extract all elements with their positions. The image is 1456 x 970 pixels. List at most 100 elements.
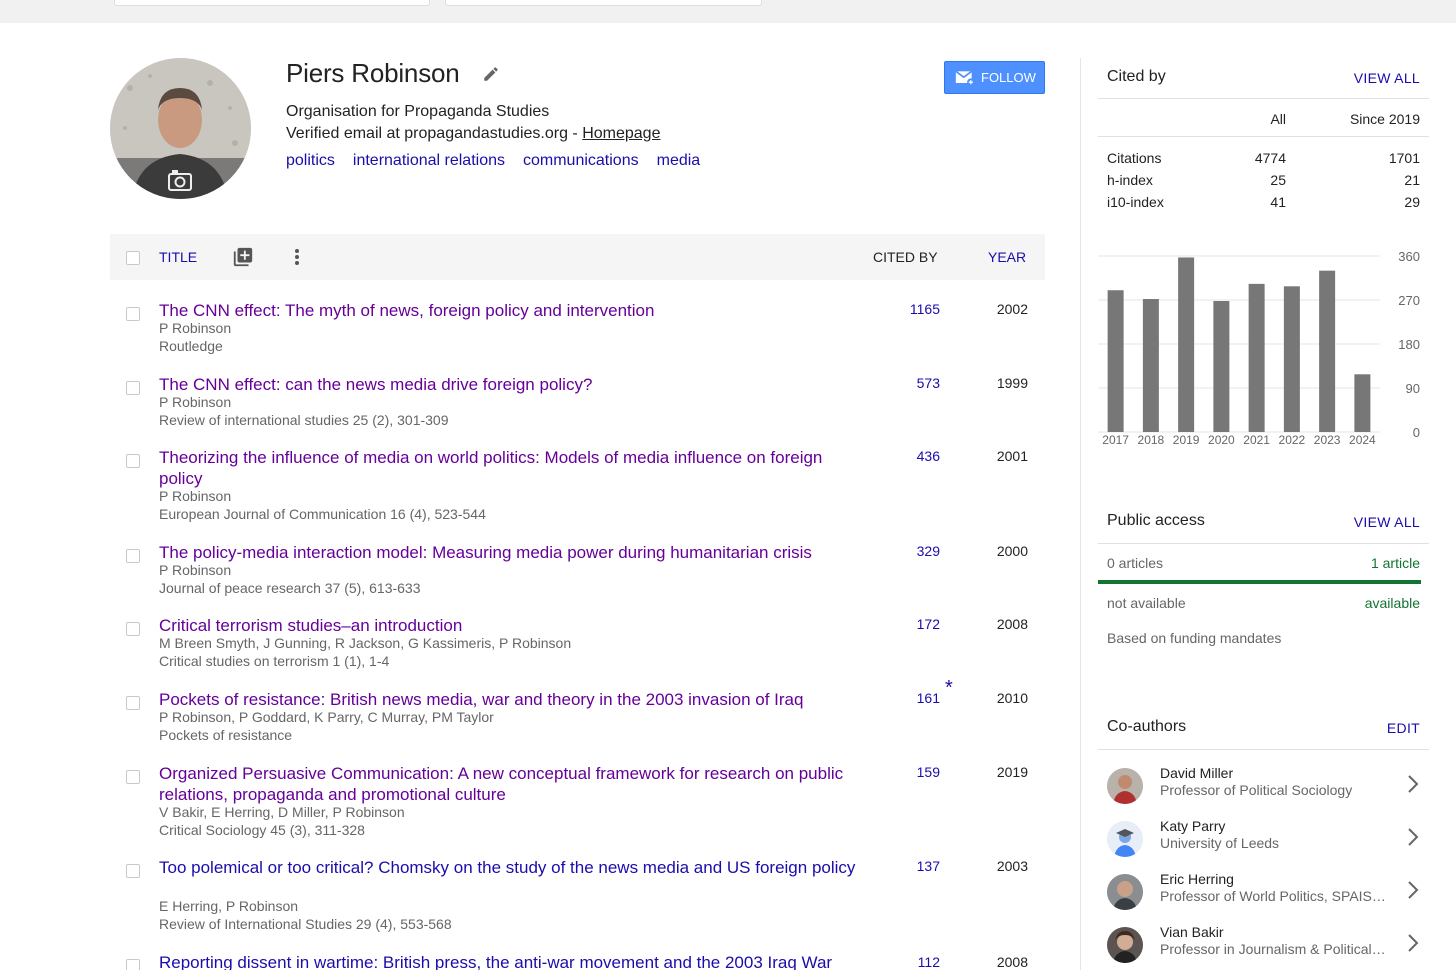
- bar-2020[interactable]: [1213, 300, 1230, 432]
- stat-label: Citations: [1107, 150, 1162, 166]
- article-title[interactable]: The policy-media interaction model: Meas…: [159, 542, 859, 563]
- coauthors-heading: Co-authors: [1107, 718, 1187, 735]
- public-access-heading: Public access: [1107, 512, 1205, 529]
- bar-2021[interactable]: [1248, 283, 1265, 432]
- row-checkbox[interactable]: [126, 454, 140, 468]
- sort-by-title[interactable]: TITLE: [159, 249, 197, 265]
- row-checkbox[interactable]: [126, 696, 140, 710]
- coauthor-name: David Miller: [1160, 765, 1234, 781]
- pencil-icon[interactable]: [482, 65, 500, 83]
- article-title[interactable]: Too polemical or too critical? Chomsky o…: [159, 857, 859, 878]
- bar-2017[interactable]: [1107, 290, 1124, 432]
- cited-by-count[interactable]: 112: [918, 954, 940, 970]
- add-article-icon[interactable]: [232, 246, 254, 268]
- cited-by-count[interactable]: 329: [917, 543, 940, 559]
- cited-by-count[interactable]: 573: [917, 375, 940, 391]
- y-tick-label: 0: [1413, 425, 1420, 440]
- article-title[interactable]: Organized Persuasive Communication: A ne…: [159, 763, 859, 805]
- interest-politics[interactable]: politics: [286, 152, 335, 170]
- article-year: 2008: [996, 616, 1028, 632]
- stat-all: 25: [1270, 172, 1286, 188]
- articles-table-header: TITLE CITED BY YEAR: [110, 234, 1045, 280]
- chevron-right-icon: [1408, 828, 1419, 846]
- article-year: 2010: [996, 690, 1028, 706]
- article-title[interactable]: Pockets of resistance: British news medi…: [159, 689, 859, 710]
- cited-by-view-all[interactable]: VIEW ALL: [1354, 70, 1420, 86]
- coauthor-item[interactable]: Vian Bakir Professor in Journalism & Pol…: [1098, 921, 1429, 967]
- article-authors: P Robinson: [159, 488, 232, 504]
- row-checkbox[interactable]: [126, 307, 140, 321]
- unavailable-label: not available: [1107, 595, 1186, 611]
- x-tick-label: 2019: [1173, 433, 1200, 447]
- bar-2024[interactable]: [1354, 374, 1371, 432]
- interest-media[interactable]: media: [657, 152, 701, 170]
- top-bar: [0, 0, 1456, 23]
- follow-button[interactable]: FOLLOW: [944, 61, 1045, 94]
- bar-2018[interactable]: [1142, 299, 1159, 432]
- coauthor-item[interactable]: Eric Herring Professor of World Politics…: [1098, 868, 1429, 914]
- article-year: 2019: [996, 764, 1028, 780]
- unavailable-count[interactable]: 0 articles: [1107, 555, 1163, 571]
- select-all-checkbox[interactable]: [126, 251, 140, 265]
- article-venue: Review of international studies 25 (2), …: [159, 412, 449, 428]
- coauthor-avatar: [1107, 927, 1143, 963]
- article-title[interactable]: The CNN effect: can the news media drive…: [159, 374, 859, 395]
- row-checkbox[interactable]: [126, 549, 140, 563]
- homepage-link[interactable]: Homepage: [582, 125, 660, 142]
- cited-by-count[interactable]: 436: [917, 448, 940, 464]
- coauthor-affiliation: Professor of World Politics, SPAIS, Univ…: [1160, 888, 1388, 904]
- sort-by-cited[interactable]: CITED BY: [873, 249, 938, 265]
- merged-citations-marker[interactable]: *: [945, 677, 953, 700]
- row-checkbox[interactable]: [126, 381, 140, 395]
- row-checkbox[interactable]: [126, 864, 140, 878]
- y-tick-label: 360: [1398, 249, 1420, 264]
- article-title[interactable]: Critical terrorism studies–an introducti…: [159, 615, 859, 636]
- cited-by-count[interactable]: 161: [917, 690, 940, 706]
- coauthor-avatar: [1107, 874, 1143, 910]
- article-venue: Critical studies on terrorism 1 (1), 1-4: [159, 653, 390, 669]
- coauthors-edit[interactable]: EDIT: [1387, 720, 1420, 736]
- y-tick-label: 270: [1398, 293, 1420, 308]
- cited-by-count[interactable]: 137: [917, 858, 940, 874]
- coauthor-affiliation: Professor of Political Sociology: [1160, 782, 1353, 798]
- available-count[interactable]: 1 article: [1371, 555, 1420, 571]
- article-title[interactable]: Reporting dissent in wartime: British pr…: [159, 952, 879, 970]
- x-tick-label: 2020: [1208, 433, 1235, 447]
- top-field-left[interactable]: [114, 0, 430, 6]
- divider: [1098, 136, 1429, 137]
- cited-by-count[interactable]: 172: [917, 616, 940, 632]
- bar-2023[interactable]: [1319, 270, 1336, 432]
- coauthor-name: Vian Bakir: [1160, 924, 1224, 940]
- article-title[interactable]: The CNN effect: The myth of news, foreig…: [159, 300, 859, 321]
- row-checkbox[interactable]: [126, 622, 140, 636]
- bar-2019[interactable]: [1178, 257, 1195, 432]
- article-year: 2000: [996, 543, 1028, 559]
- interest-communications[interactable]: communications: [523, 152, 639, 170]
- sort-by-year[interactable]: YEAR: [988, 249, 1026, 265]
- bar-2022[interactable]: [1283, 286, 1300, 432]
- article-title[interactable]: Theorizing the influence of media on wor…: [159, 447, 859, 489]
- coauthor-avatar: [1107, 821, 1143, 857]
- chevron-right-icon: [1408, 934, 1419, 952]
- cited-by-count[interactable]: 1165: [910, 301, 940, 317]
- more-vert-icon[interactable]: [293, 247, 301, 267]
- x-tick-label: 2021: [1243, 433, 1270, 447]
- interest-international-relations[interactable]: international relations: [353, 152, 505, 170]
- citations-chart: 360 270 180 90 0 2017 2018 2019 2020 2021 2022 2023…: [1098, 249, 1420, 447]
- row-checkbox[interactable]: [126, 959, 140, 970]
- profile-affiliation: Organisation for Propaganda Studies: [286, 103, 550, 120]
- camera-icon[interactable]: [168, 169, 192, 191]
- row-checkbox[interactable]: [126, 770, 140, 784]
- stat-all: 4774: [1254, 150, 1286, 166]
- article-authors: P Robinson: [159, 562, 232, 578]
- x-tick-label: 2023: [1314, 433, 1341, 447]
- article-authors: V Bakir, E Herring, D Miller, P Robinson: [159, 804, 405, 820]
- mail-plus-icon: [955, 70, 975, 86]
- coauthor-item[interactable]: Katy Parry University of Leeds: [1098, 815, 1429, 861]
- cited-by-count[interactable]: 159: [917, 764, 940, 780]
- coauthor-item[interactable]: David Miller Professor of Political Soci…: [1098, 762, 1429, 808]
- top-field-right[interactable]: [445, 0, 762, 6]
- article-authors: E Herring, P Robinson: [159, 898, 299, 914]
- public-access-view-all[interactable]: VIEW ALL: [1354, 514, 1420, 530]
- funding-mandates-note: Based on funding mandates: [1107, 630, 1282, 646]
